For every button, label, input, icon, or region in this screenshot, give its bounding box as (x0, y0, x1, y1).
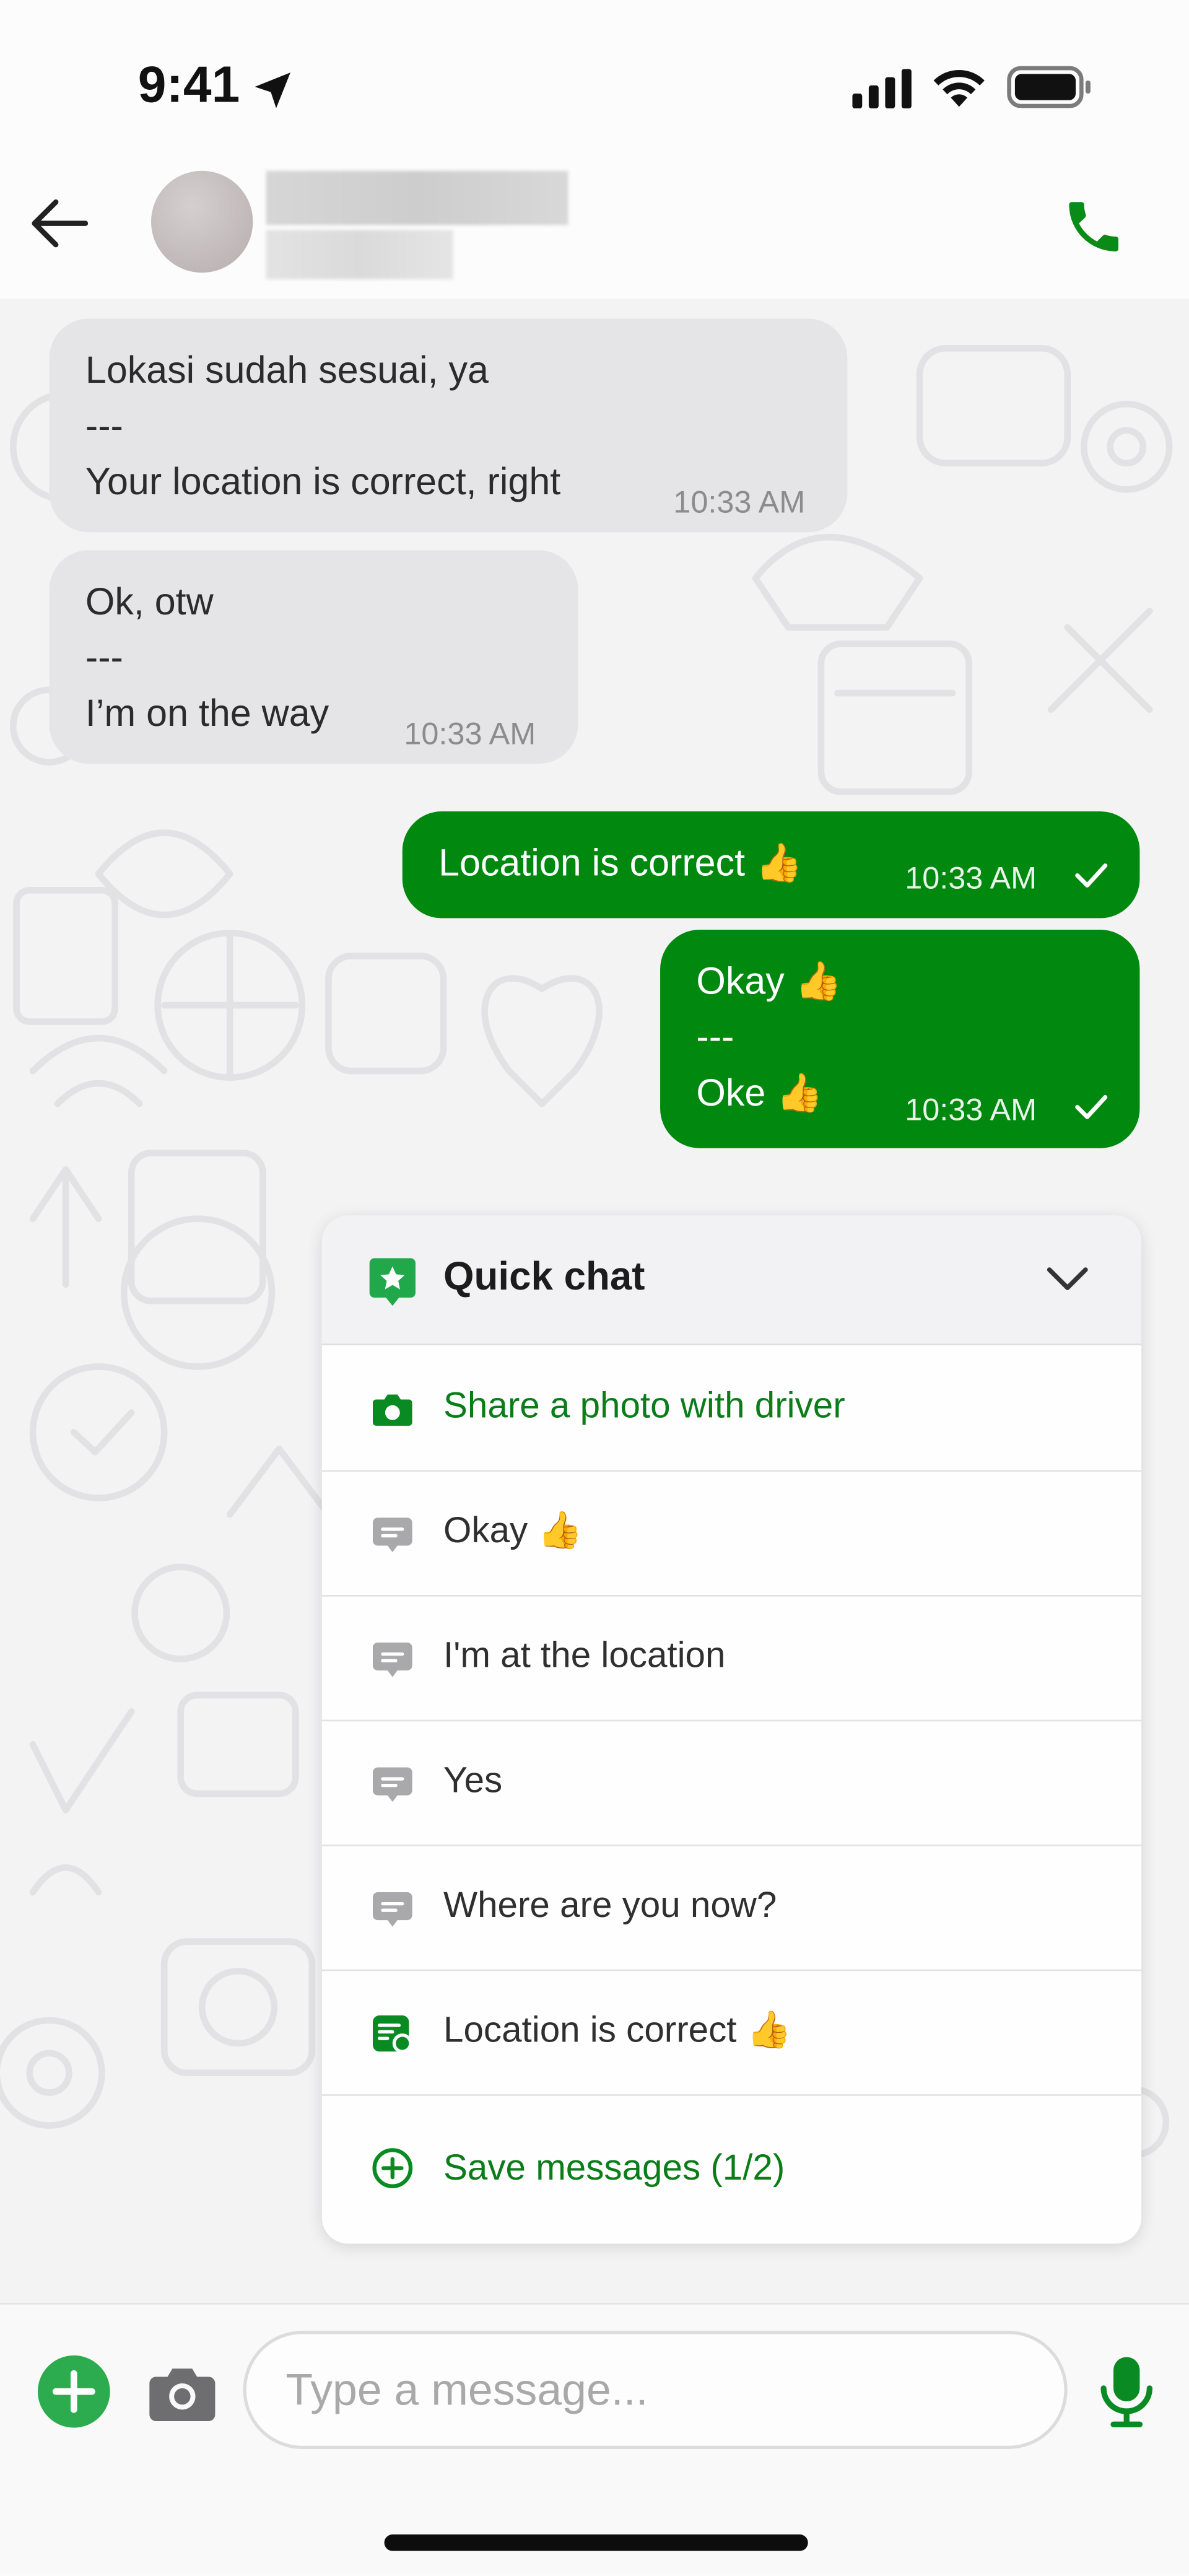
quick-chat-item-label: Where are you now? (443, 1884, 777, 1926)
quick-chat-preset-okay[interactable]: Okay 👍 (321, 1470, 1142, 1597)
message-input[interactable] (243, 2331, 1068, 2450)
quick-chat-preset-yes[interactable]: Yes (321, 1720, 1142, 1846)
contact-avatar[interactable] (150, 170, 253, 273)
contact-subtitle (266, 230, 453, 279)
quick-chat-preset-at-location[interactable]: I'm at the location (321, 1595, 1142, 1722)
message-timestamp: 10:33 AM (404, 717, 536, 753)
chat-bubble-icon (372, 1767, 412, 1802)
quick-chat-save-messages[interactable]: Save messages (1/2) (322, 2094, 1141, 2242)
message-text: Okay 👍 (696, 959, 842, 1002)
quick-chat-item-label: Yes (443, 1759, 503, 1801)
battery-icon (1007, 66, 1091, 108)
message-bubble-outgoing[interactable]: Okay 👍 --- Oke 👍 10:33 AM (660, 929, 1140, 1148)
quick-chat-header[interactable]: Quick chat (321, 1215, 1142, 1345)
status-time: 9:41 (137, 56, 240, 113)
back-arrow-icon[interactable] (26, 191, 92, 256)
saved-message-icon (372, 2015, 412, 2053)
chat-header (0, 157, 1189, 299)
status-bar: 9:41 (0, 0, 1189, 158)
quick-chat-item-label: Location is correct 👍 (443, 2009, 792, 2050)
message-timestamp: 10:33 AM (905, 862, 1037, 897)
home-indicator (384, 2534, 808, 2551)
chat-screen: 9:41 Lokasi sudah sesuai, ya --- Your lo… (0, 0, 1189, 2576)
phone-call-icon[interactable] (1061, 194, 1126, 260)
contact-name (266, 170, 568, 225)
quick-chat-item-label: I'm at the location (443, 1634, 726, 1675)
sent-check-icon (1075, 863, 1108, 888)
chat-bubble-icon (372, 1892, 412, 1927)
quick-chat-share-photo[interactable]: Share a photo with driver (321, 1345, 1142, 1472)
quick-chat-panel: Quick chat Share a photo with driver Oka… (321, 1215, 1142, 2244)
chat-bubble-icon (372, 1517, 412, 1553)
quick-chat-preset-where-are-you[interactable]: Where are you now? (321, 1845, 1142, 1971)
chevron-down-icon[interactable] (1045, 1262, 1091, 1298)
message-bubble-incoming[interactable]: Lokasi sudah sesuai, ya --- Your locatio… (49, 318, 848, 533)
message-composer (0, 2303, 1189, 2576)
message-bubble-outgoing[interactable]: Location is correct 👍 10:33 AM (402, 811, 1140, 919)
camera-icon (372, 1394, 412, 1426)
wifi-icon (933, 70, 985, 107)
message-text: Lokasi sudah sesuai, ya (85, 348, 489, 391)
message-text: Ok, otw (85, 580, 214, 623)
message-text: Oke 👍 (696, 1071, 824, 1114)
message-bubble-incoming[interactable]: Ok, otw --- I’m on the way 10:33 AM (49, 550, 578, 764)
message-timestamp: 10:33 AM (905, 1094, 1037, 1129)
quick-chat-item-label: Okay 👍 (443, 1509, 583, 1551)
camera-icon[interactable] (148, 2360, 217, 2426)
quick-chat-saved-location-correct[interactable]: Location is correct 👍 (321, 1970, 1142, 2096)
quick-chat-title: Quick chat (443, 1255, 645, 1299)
message-timestamp: 10:33 AM (673, 486, 806, 521)
quick-chat-item-label: Save messages (1/2) (443, 2147, 785, 2188)
microphone-icon[interactable] (1094, 2354, 1159, 2429)
message-text: --- (696, 1015, 734, 1058)
location-arrow-icon (255, 72, 290, 108)
sent-check-icon (1075, 1095, 1108, 1119)
message-text: --- (85, 404, 123, 447)
chat-bubble-icon (372, 1642, 412, 1677)
quick-chat-item-label: Share a photo with driver (443, 1384, 845, 1426)
quick-chat-star-icon (369, 1258, 416, 1306)
attach-plus-icon[interactable] (36, 2354, 111, 2429)
cellular-signal-icon (852, 69, 912, 109)
message-text: --- (85, 635, 123, 679)
plus-circle-icon (372, 2148, 413, 2188)
